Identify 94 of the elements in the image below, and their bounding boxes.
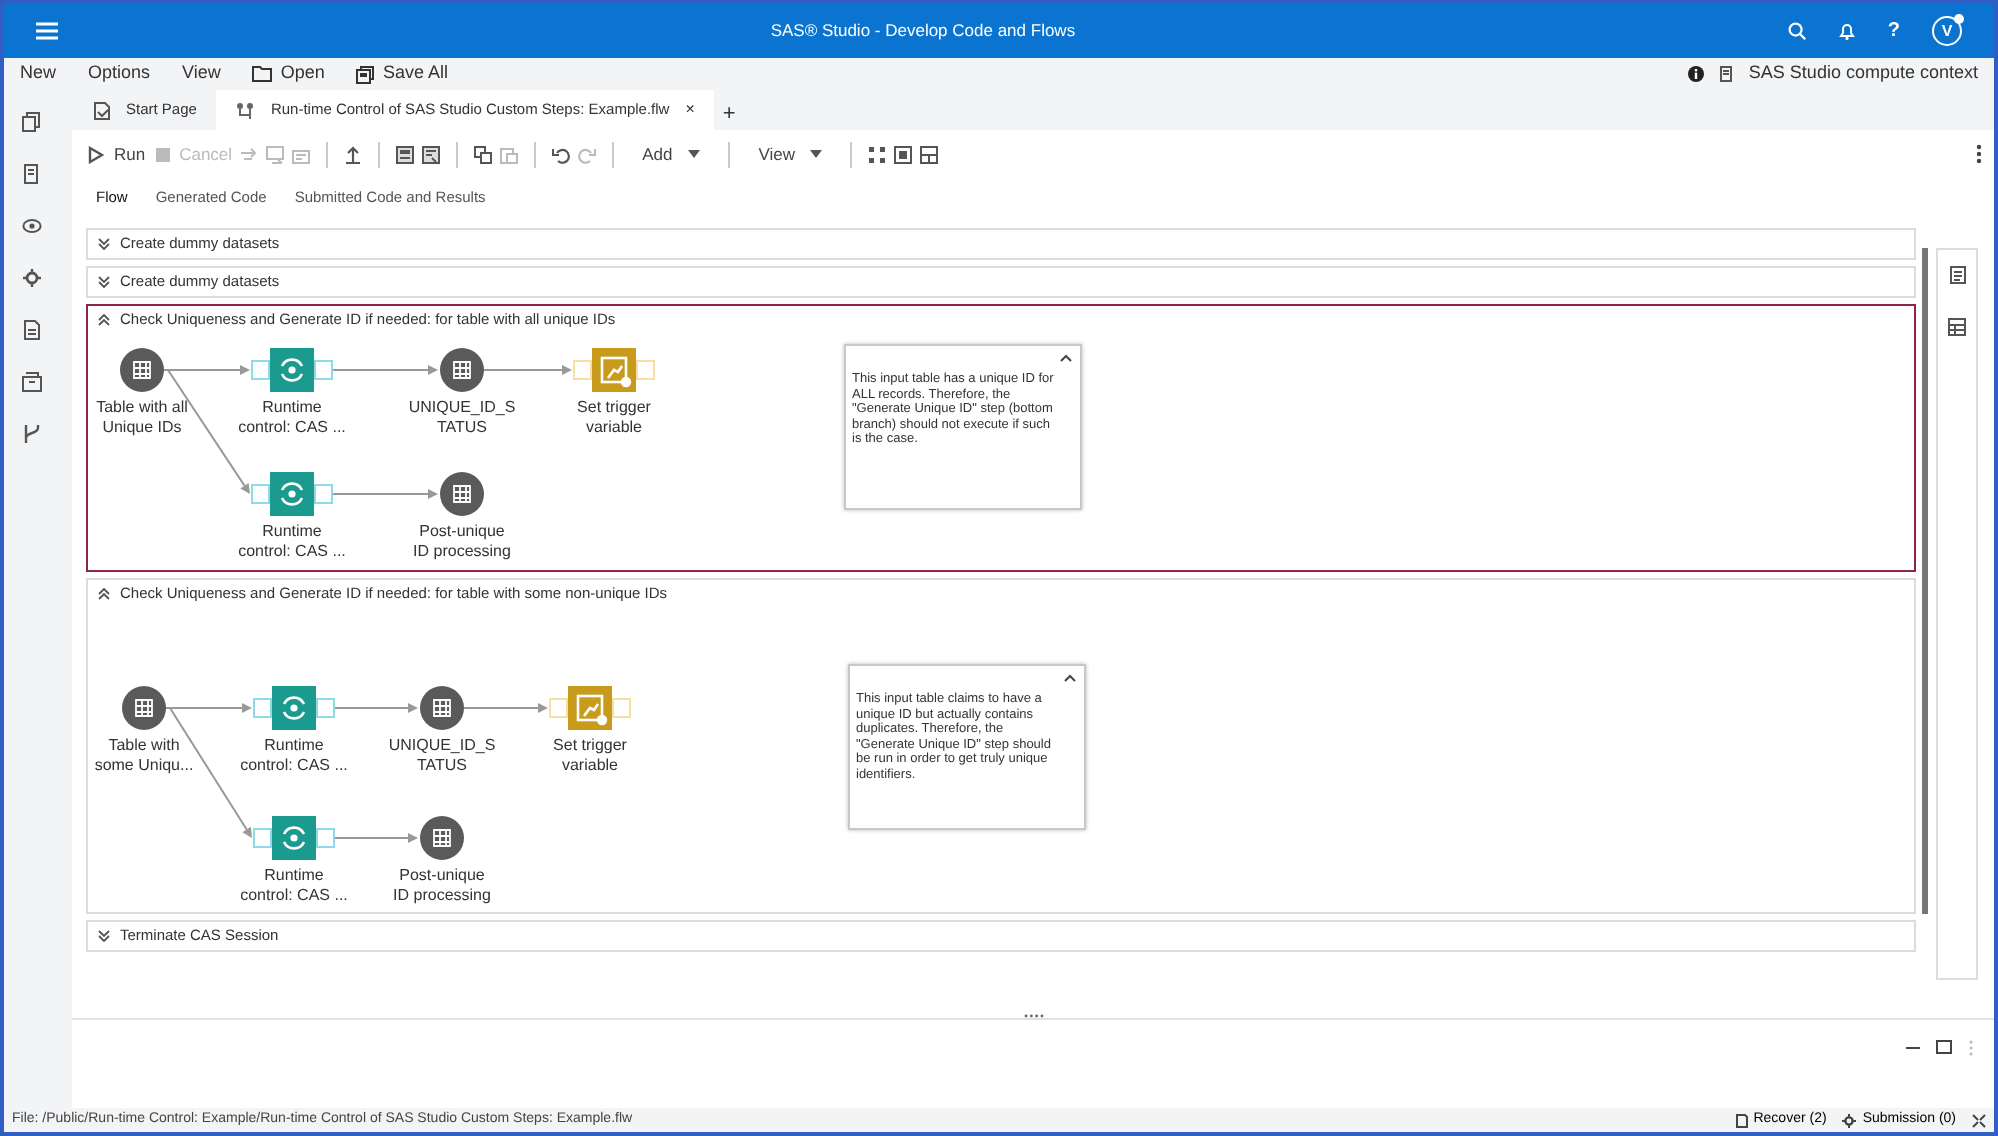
- node-label: Set trigger variable: [575, 398, 653, 436]
- collapse-icon[interactable]: [98, 588, 110, 600]
- table-node[interactable]: [440, 348, 484, 392]
- node-label: UNIQUE_ID_S TATUS: [386, 736, 498, 774]
- documents-icon[interactable]: [21, 112, 41, 132]
- collapse-icon[interactable]: [1064, 674, 1076, 682]
- node-label: Post-unique ID processing: [411, 522, 513, 560]
- node-label: UNIQUE_ID_S TATUS: [406, 398, 518, 436]
- frame-icon: [894, 145, 913, 163]
- save-all-button[interactable]: Save All: [356, 60, 448, 88]
- menu-item[interactable]: New: [20, 60, 57, 88]
- expand-icon[interactable]: [98, 930, 110, 942]
- node-label: Runtime control: CAS ...: [238, 736, 350, 774]
- open-button[interactable]: Open: [252, 60, 325, 88]
- node-list-icon: [422, 145, 441, 163]
- caret-icon: [688, 150, 701, 158]
- runtime-node[interactable]: [253, 686, 335, 730]
- page-icon: [94, 101, 110, 119]
- table-node[interactable]: [440, 472, 484, 516]
- undo-button[interactable]: [548, 143, 575, 165]
- stop-icon: [153, 145, 172, 163]
- panels-icon: [920, 145, 939, 163]
- table-node[interactable]: [120, 348, 164, 392]
- eye-icon[interactable]: [21, 216, 41, 236]
- document-icon: [1735, 1113, 1748, 1127]
- close-icon[interactable]: ×: [685, 98, 695, 122]
- menu-item[interactable]: Options: [88, 60, 151, 88]
- flow-icon: [236, 101, 255, 119]
- dropdown-button[interactable]: Add: [626, 139, 717, 169]
- menu-icon[interactable]: [36, 22, 58, 40]
- node-label: Runtime control: CAS ...: [238, 866, 350, 904]
- node-label: Runtime control: CAS ...: [236, 398, 348, 436]
- runtime-node[interactable]: [251, 348, 333, 392]
- connector-arrow: [483, 365, 572, 375]
- collapse-icon[interactable]: [98, 314, 110, 326]
- document-icon[interactable]: [1949, 266, 1965, 284]
- server-icon: [1720, 66, 1733, 82]
- paste-icon: [500, 145, 519, 163]
- help-button[interactable]: ?: [1887, 16, 1900, 46]
- splitter-handle-icon[interactable]: [1023, 1014, 1043, 1018]
- trigger-node[interactable]: [549, 686, 631, 730]
- file-icon[interactable]: [21, 320, 41, 340]
- runtime-node[interactable]: [251, 472, 333, 516]
- layout-icon: [868, 145, 887, 163]
- new-tab-button[interactable]: +: [714, 97, 744, 130]
- node-label: Set trigger variable: [551, 736, 629, 774]
- arrow-right-icon: [240, 145, 259, 163]
- info-icon: [1688, 66, 1705, 82]
- search-icon[interactable]: [1787, 22, 1806, 40]
- app-title: SAS® Studio - Develop Code and Flows: [770, 18, 1076, 44]
- node-label: Table with all Unique IDs: [94, 398, 190, 436]
- layout-button[interactable]: [864, 143, 891, 165]
- table-node[interactable]: [420, 816, 464, 860]
- expand-icon[interactable]: [98, 276, 110, 288]
- runtime-node[interactable]: [253, 816, 335, 860]
- more-icon[interactable]: [1976, 144, 1982, 164]
- connector-arrow: [333, 703, 418, 713]
- user-avatar[interactable]: V: [1932, 16, 1962, 46]
- upload-icon: [344, 145, 363, 163]
- folder-icon: [252, 66, 273, 82]
- grid-icon[interactable]: [1948, 318, 1966, 336]
- copy-button[interactable]: [470, 143, 497, 165]
- caret-icon: [810, 150, 823, 158]
- node-label: Runtime control: CAS ...: [236, 522, 348, 560]
- run-button[interactable]: Run: [84, 139, 150, 169]
- node-label: Post-unique ID processing: [391, 866, 493, 904]
- node-list-icon: [396, 145, 415, 163]
- connector-arrow: [333, 833, 418, 843]
- branch-icon[interactable]: [21, 424, 41, 444]
- node-label: Table with some Uniqu...: [92, 736, 196, 774]
- frame-button[interactable]: [890, 143, 917, 165]
- box-icon[interactable]: [21, 372, 41, 392]
- table-node[interactable]: [122, 686, 166, 730]
- table-node[interactable]: [420, 686, 464, 730]
- server-icon[interactable]: [21, 164, 41, 184]
- node-list-button[interactable]: [418, 143, 445, 165]
- dropdown-button[interactable]: View: [742, 139, 839, 169]
- run-icon: [88, 145, 106, 163]
- bell-icon[interactable]: [1837, 22, 1856, 40]
- menu-item[interactable]: View: [182, 60, 221, 88]
- connector-arrow: [463, 703, 548, 713]
- connector-arrow: [331, 365, 438, 375]
- node-list-button[interactable]: [392, 143, 419, 165]
- redo-icon: [578, 145, 597, 163]
- maximize-icon[interactable]: [1936, 1040, 1952, 1054]
- expand-icon[interactable]: [98, 238, 110, 250]
- undo-icon: [552, 145, 571, 163]
- compute-context: SAS Studio compute context: [1748, 60, 1978, 87]
- copy-icon: [474, 145, 493, 163]
- save-icon: [356, 65, 375, 83]
- collapse-icon[interactable]: [1060, 354, 1072, 362]
- connector-arrow: [331, 489, 438, 499]
- trigger-node[interactable]: [573, 348, 655, 392]
- panels-button[interactable]: [916, 143, 943, 165]
